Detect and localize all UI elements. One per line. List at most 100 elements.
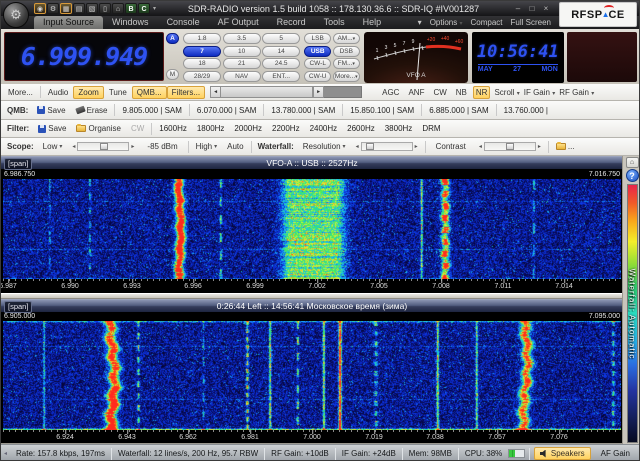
favourites-icon[interactable]: ▤ [73, 3, 85, 14]
qmb-memory-3[interactable]: 13.780.000 | SAM [266, 105, 340, 116]
tab-record[interactable]: Record [268, 16, 315, 29]
waterfall-resolution-dropdown[interactable]: Resolution▾ [298, 140, 351, 153]
memories-icon[interactable]: ▧ [86, 3, 98, 14]
band-18-button[interactable]: 18 [183, 58, 221, 69]
mode-fm-button[interactable]: FM...▾ [333, 58, 360, 69]
band-14-button[interactable]: 14 [262, 46, 300, 57]
nb-toggle[interactable]: NB [453, 86, 470, 99]
vfo-a-button[interactable]: A [166, 33, 179, 44]
filter-preset-1800[interactable]: 1800Hz [192, 123, 230, 134]
slider-left-icon[interactable]: ◂ [70, 143, 77, 150]
connect-icon[interactable]: ◉ [34, 3, 46, 14]
band-1-8-button[interactable]: 1.8 [183, 33, 221, 44]
mode-am-button[interactable]: AM...▾ [333, 33, 360, 44]
zoom-scrollbar[interactable]: ◄ ► [210, 86, 362, 98]
definitions-icon[interactable]: ▯ [99, 3, 111, 14]
mode-dsb-button[interactable]: DSB [333, 46, 360, 57]
qmb-button[interactable]: QMB... [132, 86, 167, 99]
home-icon[interactable]: ⌂ [112, 3, 124, 14]
vfo-m-button[interactable]: M [166, 69, 179, 80]
slider-track[interactable] [484, 142, 536, 151]
close-button[interactable]: × [539, 2, 553, 15]
filter-preset-drm[interactable]: DRM [417, 123, 445, 134]
scroll-left-icon[interactable]: ◄ [210, 86, 221, 98]
tab-tools[interactable]: Tools [315, 16, 354, 29]
qmb-memory-5[interactable]: 6.885.000 | SAM [424, 105, 493, 116]
if-gain-dropdown[interactable]: IF Gain ▾ [524, 88, 555, 97]
app-menu-button[interactable]: ⚙ [3, 2, 29, 28]
qmb-erase-button[interactable]: Erase [71, 104, 113, 117]
qmb-memory-2[interactable]: 6.070.000 | SAM [192, 105, 261, 116]
waterfall-display-full-span[interactable] [3, 321, 621, 430]
frequency-display[interactable]: 6.999.949 [4, 32, 164, 81]
band-7-button[interactable]: 7 [183, 46, 221, 57]
minimize-button[interactable]: – [511, 2, 525, 15]
audio-button[interactable]: Audio [43, 86, 73, 99]
display-icon[interactable]: ▦ [60, 3, 72, 14]
waterfall-options-button[interactable]: ... [551, 140, 580, 153]
mode-usb-button[interactable]: USB [304, 46, 331, 57]
maximize-button[interactable]: □ [525, 2, 539, 15]
band-10-button[interactable]: 10 [223, 46, 261, 57]
slider-right-icon[interactable]: ▸ [129, 143, 136, 150]
options-button[interactable]: Options ▾ [426, 18, 467, 27]
more-button[interactable]: More... [3, 86, 38, 99]
filter-save-button[interactable]: Save [33, 122, 71, 135]
scrollbar-track[interactable] [324, 86, 362, 98]
filter-preset-3800[interactable]: 3800Hz [380, 123, 418, 134]
qmb-memory-4[interactable]: 15.850.100 | SAM [345, 105, 419, 116]
anf-toggle[interactable]: ANF [405, 86, 427, 99]
scope-auto-button[interactable]: Auto [222, 140, 248, 153]
scope-low-dropdown[interactable]: Low▾ [38, 140, 68, 153]
tab-af-output[interactable]: AF Output [209, 16, 268, 29]
scope-high-dropdown[interactable]: High▾ [191, 140, 222, 153]
slider-track[interactable] [361, 142, 413, 151]
ribbon-collapse-icon[interactable]: ▾ [414, 18, 426, 27]
scroll-dropdown[interactable]: Scroll ▾ [494, 88, 519, 97]
band-nav-button[interactable]: NAV [223, 71, 261, 82]
filter-preset-2000[interactable]: 2000Hz [229, 123, 267, 134]
tab-help[interactable]: Help [354, 16, 391, 29]
band-21-button[interactable]: 21 [223, 58, 261, 69]
filter-preset-2200[interactable]: 2200Hz [267, 123, 305, 134]
speakers-button[interactable]: Speakers [534, 447, 591, 460]
nr-toggle[interactable]: NR [473, 86, 491, 99]
filter-organise-button[interactable]: Organise [71, 122, 125, 135]
waterfall-contrast-slider[interactable]: ◂ ▸ [477, 142, 543, 151]
tab-windows[interactable]: Windows [103, 16, 158, 29]
rf-gain-dropdown[interactable]: RF Gain ▾ [559, 88, 594, 97]
filter-cw-button[interactable]: CW [126, 122, 149, 135]
mode-cwu-button[interactable]: CW-U [304, 71, 331, 82]
tune-button[interactable]: Tune [104, 86, 132, 99]
band-5-button[interactable]: 5 [262, 33, 300, 44]
tab-console[interactable]: Console [158, 16, 209, 29]
band-ent-button[interactable]: ENT... [262, 71, 300, 82]
slider-thumb[interactable] [506, 143, 514, 150]
slider-right-icon[interactable]: ▸ [413, 143, 420, 150]
qmb-memory-1[interactable]: 9.805.000 | SAM [117, 105, 186, 116]
collapse-panel-icon[interactable]: ⌂ [626, 157, 639, 168]
qmb-save-button[interactable]: Save [32, 104, 70, 117]
scope-low-slider[interactable]: ◂ ▸ [70, 142, 136, 151]
waterfall-display-vfo-a[interactable] [3, 179, 621, 279]
compact-button[interactable]: Compact [467, 18, 507, 27]
span-button[interactable]: [span] [4, 158, 32, 170]
band-24-5-button[interactable]: 24.5 [262, 58, 300, 69]
band-28-29-button[interactable]: 28/29 [183, 71, 221, 82]
zoom-button[interactable]: Zoom [73, 86, 103, 99]
slider-right-icon[interactable]: ▸ [536, 143, 543, 150]
filter-preset-1600[interactable]: 1600Hz [154, 123, 192, 134]
scroll-right-icon[interactable]: ► [313, 86, 324, 98]
tools-icon[interactable]: ⚙ [47, 3, 59, 14]
qmb-memory-6[interactable]: 13.760.000 | [499, 105, 553, 116]
slider-thumb[interactable] [100, 143, 108, 150]
agc-toggle[interactable]: AGC [379, 86, 402, 99]
vfo-b-icon[interactable]: B [125, 3, 137, 14]
frequency-digits[interactable]: 6.999.949 [21, 42, 147, 71]
scrollbar-thumb[interactable] [221, 86, 313, 98]
slider-thumb[interactable] [366, 143, 374, 150]
filters-button[interactable]: Filters... [167, 86, 205, 99]
mode-cwl-button[interactable]: CW-L [304, 58, 331, 69]
mode-lsb-button[interactable]: LSB [304, 33, 331, 44]
vfo-c-icon[interactable]: C [138, 3, 150, 14]
